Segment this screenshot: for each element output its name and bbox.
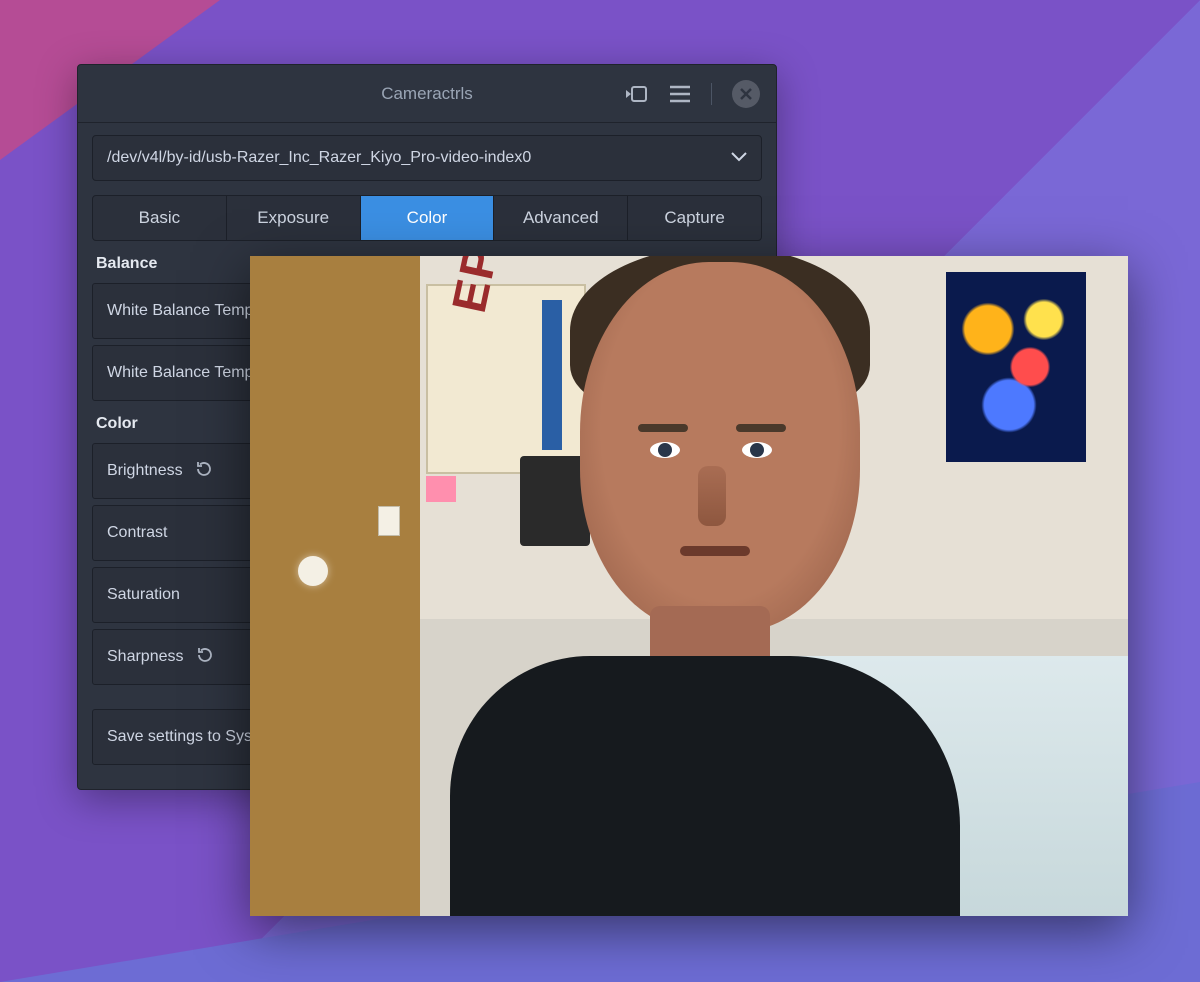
titlebar-divider [711,83,712,105]
eye [650,442,680,458]
row-label: White Balance Tempe [107,302,262,320]
camera-preview: EPIC [250,256,1128,916]
chevron-down-icon [731,149,747,167]
tabs: Basic Exposure Color Advanced Capture [92,195,762,241]
row-label: Brightness [107,462,183,480]
light-switch [378,506,400,536]
person-torso [450,656,960,916]
row-label: Saturation [107,586,180,604]
preview-scene: EPIC [250,256,1128,916]
eye [742,442,772,458]
tab-exposure[interactable]: Exposure [227,196,361,240]
sticky-note [426,476,456,502]
hamburger-menu-icon[interactable] [669,85,691,103]
tab-basic[interactable]: Basic [93,196,227,240]
preview-toggle-icon[interactable] [625,85,649,103]
mouth [680,546,750,556]
save-label: Save settings to Syste [107,728,265,746]
close-button[interactable] [732,80,760,108]
titlebar: Cameractrls [78,65,776,123]
brow [736,424,786,432]
tab-color[interactable]: Color [361,196,495,240]
tab-advanced[interactable]: Advanced [494,196,628,240]
reset-icon[interactable] [195,460,213,483]
row-label: Sharpness [107,648,184,666]
wall-art-right [946,272,1086,462]
tab-capture[interactable]: Capture [628,196,761,240]
door-knob [298,556,328,586]
row-label: Contrast [107,524,167,542]
device-selector[interactable]: /dev/v4l/by-id/usb-Razer_Inc_Razer_Kiyo_… [92,135,762,181]
nose [698,466,726,526]
device-path: /dev/v4l/by-id/usb-Razer_Inc_Razer_Kiyo_… [107,149,531,167]
wall-art-left: EPIC [426,284,586,474]
reset-icon[interactable] [196,646,214,669]
brow [638,424,688,432]
row-label: White Balance Tempe [107,364,262,382]
person-head [580,262,860,632]
wall-art-text: EPIC [442,256,521,317]
door [250,256,420,916]
